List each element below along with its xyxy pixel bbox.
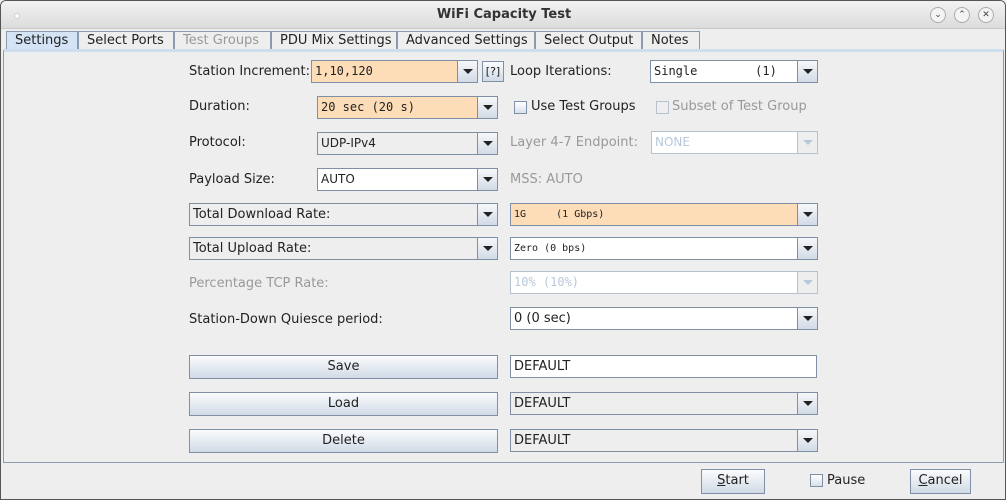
combo-value: 1,10,120 xyxy=(315,64,373,78)
combo-value: AUTO xyxy=(321,172,355,186)
pause-label: Pause xyxy=(827,473,866,488)
tab-label: Notes xyxy=(651,33,689,48)
upload-rate-combo[interactable]: Zero (0 bps) xyxy=(510,237,818,260)
start-button[interactable]: Start xyxy=(701,469,765,494)
duration-combo[interactable]: 20 sec (20 s) xyxy=(317,96,498,119)
payload-size-combo[interactable]: AUTO xyxy=(317,168,498,191)
combo-value: Total Upload Rate: xyxy=(193,241,312,256)
duration-label: Duration: xyxy=(189,99,250,114)
tab-select-output[interactable]: Select Output xyxy=(535,31,642,50)
mss-label: MSS: AUTO xyxy=(510,172,583,187)
delete-button[interactable]: Delete xyxy=(189,429,498,453)
window: WiFi Capacity Test ⌄ ⌃ ✕ Settings Select… xyxy=(0,0,1006,500)
pause-checkbox[interactable] xyxy=(810,474,823,487)
tab-label: Settings xyxy=(15,33,69,48)
combo-value: 1G (1 Gbps) xyxy=(514,209,605,220)
combo-value: 0 (0 sec) xyxy=(514,311,571,326)
tab-notes[interactable]: Notes xyxy=(642,31,700,50)
chevron-down-icon[interactable] xyxy=(797,204,817,225)
close-button[interactable]: ✕ xyxy=(978,7,994,23)
combo-value: NONE xyxy=(655,135,690,149)
quiesce-combo[interactable]: 0 (0 sec) xyxy=(510,307,818,330)
quiesce-label: Station-Down Quiesce period: xyxy=(189,312,383,327)
load-combo[interactable]: DEFAULT xyxy=(510,392,818,415)
combo-value: Single (1) xyxy=(654,64,777,78)
tab-select-ports[interactable]: Select Ports xyxy=(78,31,174,50)
combo-value: UDP-IPv4 xyxy=(321,136,376,150)
chevron-down-icon[interactable] xyxy=(477,204,497,225)
loop-iterations-combo[interactable]: Single (1) xyxy=(650,60,818,83)
chevron-down-icon xyxy=(797,272,817,293)
cancel-label: Cancel xyxy=(918,473,963,488)
tab-label: PDU Mix Settings xyxy=(280,33,392,48)
combo-value: Total Download Rate: xyxy=(193,207,331,222)
upload-rate-type-combo[interactable]: Total Upload Rate: xyxy=(189,237,498,260)
window-title: WiFi Capacity Test xyxy=(436,7,572,22)
chevron-down-icon[interactable] xyxy=(797,393,817,414)
tab-pdu-mix-settings[interactable]: PDU Mix Settings xyxy=(271,31,397,50)
tab-label: Advanced Settings xyxy=(406,33,528,48)
subset-of-test-group-label: Subset of Test Group xyxy=(672,99,807,114)
chevron-down-icon[interactable] xyxy=(477,169,497,190)
chevron-down-icon[interactable] xyxy=(477,238,497,259)
use-test-groups-label: Use Test Groups xyxy=(531,99,636,114)
percentage-tcp-rate-label: Percentage TCP Rate: xyxy=(189,276,329,291)
chevron-down-icon xyxy=(797,132,817,153)
minimize-button[interactable]: ⌄ xyxy=(930,7,946,23)
combo-value: 20 sec (20 s) xyxy=(321,100,415,114)
save-name-input[interactable]: DEFAULT xyxy=(510,355,817,378)
protocol-combo[interactable]: UDP-IPv4 xyxy=(317,132,498,155)
station-increment-combo[interactable]: 1,10,120 xyxy=(311,60,478,83)
chevron-down-icon[interactable] xyxy=(797,430,817,451)
subset-of-test-group-checkbox xyxy=(656,101,669,114)
combo-value: 10% (10%) xyxy=(514,275,580,289)
delete-combo[interactable]: DEFAULT xyxy=(510,429,818,452)
chevron-down-icon[interactable] xyxy=(477,97,497,118)
protocol-label: Protocol: xyxy=(189,135,246,150)
cancel-button[interactable]: Cancel xyxy=(910,469,971,494)
station-increment-help-button[interactable]: [?] xyxy=(482,61,504,82)
tab-advanced-settings[interactable]: Advanced Settings xyxy=(397,31,535,50)
download-rate-type-combo[interactable]: Total Download Rate: xyxy=(189,203,498,226)
save-button[interactable]: Save xyxy=(189,355,498,379)
chevron-down-icon[interactable] xyxy=(477,133,497,154)
use-test-groups-checkbox[interactable] xyxy=(514,101,527,114)
title-bar: WiFi Capacity Test ⌄ ⌃ ✕ xyxy=(1,1,1005,29)
start-label: Start xyxy=(717,473,749,488)
settings-panel xyxy=(3,49,1004,463)
loop-iterations-label: Loop Iterations: xyxy=(510,64,612,79)
chevron-down-icon[interactable] xyxy=(457,61,477,82)
tab-settings[interactable]: Settings xyxy=(6,31,78,50)
tab-label: Select Output xyxy=(544,33,634,48)
chevron-down-icon[interactable] xyxy=(797,308,817,329)
layer47-endpoint-label: Layer 4-7 Endpoint: xyxy=(510,135,638,150)
layer47-endpoint-combo: NONE xyxy=(651,131,818,154)
chevron-down-icon[interactable] xyxy=(797,238,817,259)
tab-test-groups: Test Groups xyxy=(174,31,271,50)
payload-size-label: Payload Size: xyxy=(189,172,275,187)
combo-value: DEFAULT xyxy=(514,433,571,448)
combo-value: DEFAULT xyxy=(514,396,571,411)
tab-label: Select Ports xyxy=(87,33,164,48)
station-increment-label: Station Increment: xyxy=(189,64,311,79)
download-rate-combo[interactable]: 1G (1 Gbps) xyxy=(510,203,818,226)
percentage-tcp-rate-combo: 10% (10%) xyxy=(510,271,818,294)
tab-label: Test Groups xyxy=(183,33,260,48)
chevron-down-icon[interactable] xyxy=(797,61,817,82)
combo-value: Zero (0 bps) xyxy=(514,243,587,254)
maximize-button[interactable]: ⌃ xyxy=(954,7,970,23)
load-button[interactable]: Load xyxy=(189,392,498,416)
